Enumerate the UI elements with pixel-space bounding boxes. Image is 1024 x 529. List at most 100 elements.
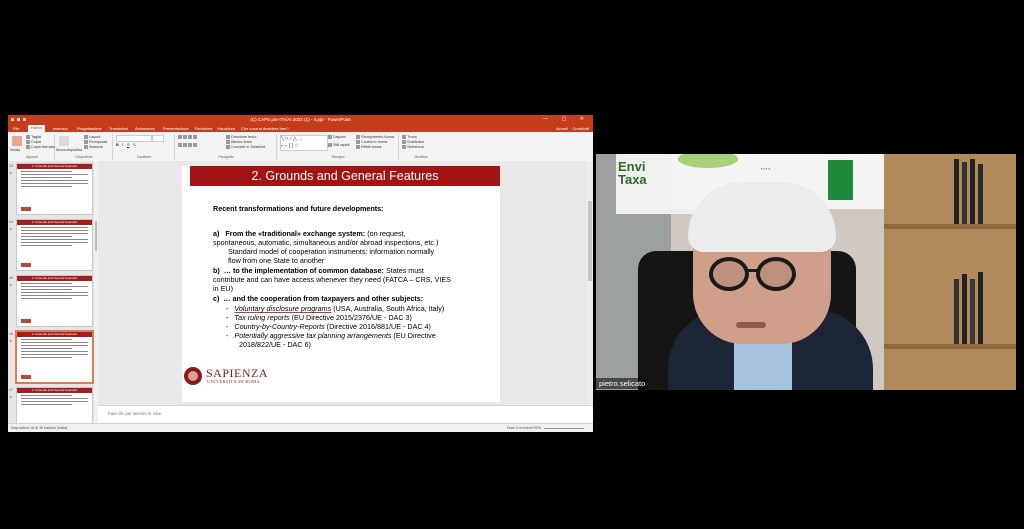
logo-icon — [21, 207, 31, 211]
group-label: Carattere — [136, 155, 152, 159]
select-button[interactable]: Seleziona — [402, 145, 424, 150]
share-button[interactable]: Condividi — [573, 126, 589, 131]
glasses-icon — [756, 257, 796, 291]
paste-icon[interactable] — [12, 136, 22, 146]
slide-thumbnail[interactable]: 2. Grounds and General Features — [16, 163, 93, 215]
group-drawing: ╲□○△→ ⌐⌐{}☆ Disponi Stili rapidi Riempime… — [278, 134, 399, 160]
shapes-gallery[interactable]: ╲□○△→ ⌐⌐{}☆ — [280, 135, 328, 151]
thumb-title: 2. Grounds and General Features — [17, 220, 92, 225]
point-a-line3: Standard model of cooperation instrument… — [228, 247, 435, 256]
group-slides: Nuova diapositiva Layout Reimposta Sezio… — [56, 134, 113, 160]
font-size-select[interactable] — [152, 135, 164, 142]
thumb-number: 17 — [9, 388, 13, 392]
sapienza-logo: SAPIENZA UNIVERSITÀ DI ROMA — [184, 366, 274, 396]
shape-effects-button[interactable]: Effetti forma — [356, 145, 381, 150]
zoom-slider[interactable] — [544, 427, 584, 429]
tab-transitions[interactable]: Transizioni — [106, 126, 131, 132]
tab-view[interactable]: Visualizza — [214, 126, 238, 132]
window-title: (C) CAPS pre-ITA/AI 2022 (1) - 4.ppt - P… — [250, 116, 351, 122]
person-hair — [688, 182, 836, 252]
tab-insert[interactable]: Inserisci — [50, 126, 71, 132]
slide-thumbnail[interactable]: 2. Grounds and General Features — [16, 387, 93, 423]
tell-me-search[interactable]: Che cosa si desidera fare? — [238, 126, 292, 132]
format-painter-button[interactable]: Copia formato — [26, 145, 55, 150]
group-clipboard: Incolla Taglia Copia Copia formato Appun… — [10, 134, 55, 160]
status-bar: Diapositiva 16 di 36 Italiano (Italia) N… — [8, 423, 593, 432]
thumb-title: 2. Grounds and General Features — [17, 276, 92, 281]
slide-body[interactable]: Recent transformations and future develo… — [182, 166, 500, 402]
notes-placeholder[interactable]: Fare clic per inserire le note — [108, 411, 161, 416]
font-name-select[interactable] — [116, 135, 152, 142]
slide-thumbnail-selected[interactable]: 2. Grounds and General Features — [15, 330, 94, 384]
account-area[interactable]: Accedi Condividi — [556, 126, 589, 131]
slide-thumbnail-pane[interactable]: 13 ★ 2. Grounds and General Features 14 … — [8, 161, 94, 423]
smartart-button[interactable]: Converti in SmartArt — [226, 145, 265, 150]
italic-button[interactable]: I — [122, 143, 123, 148]
powerpoint-window: (C) CAPS pre-ITA/AI 2022 (1) - 4.ppt - P… — [8, 115, 593, 432]
thumb-title: 2. Grounds and General Features — [17, 332, 92, 337]
thumb-number: 13 — [9, 164, 13, 168]
list-buttons[interactable] — [178, 135, 198, 140]
group-editing: Trova Sostituisci Seleziona Modifica — [400, 134, 442, 160]
section-button[interactable]: Sezione — [84, 145, 103, 150]
point-b-line2: contribute and can have access whenever … — [213, 275, 451, 284]
participant-video[interactable]: Envi Taxa ▪ ▪ ▪ ▪ pietro.selicato — [596, 154, 1016, 390]
notes-pane[interactable]: Fare clic per inserire le note — [98, 405, 593, 424]
person-mouth — [736, 322, 766, 328]
paste-button[interactable]: Incolla — [10, 148, 20, 153]
thumb-number: 15 — [9, 276, 13, 280]
smartart-icon — [226, 145, 230, 149]
tab-design[interactable]: Progettazione — [74, 126, 105, 132]
new-slide-icon[interactable] — [59, 136, 69, 146]
section-icon — [84, 145, 88, 149]
logo-icon — [21, 375, 31, 379]
scissors-icon — [26, 135, 30, 139]
group-label: Diapositive — [75, 155, 93, 159]
logo-subtitle: UNIVERSITÀ DI ROMA — [207, 379, 260, 384]
slide-thumbnail[interactable]: 2. Grounds and General Features — [16, 219, 93, 271]
star-icon: ★ — [9, 227, 13, 231]
point-a-line4: flow from one State to another — [228, 256, 325, 265]
underline-button[interactable]: S — [127, 143, 130, 148]
thumb-number: 14 — [9, 220, 13, 224]
tab-home[interactable]: Home — [28, 125, 45, 132]
bullet-item: - Potentially aggressive tax planning ar… — [226, 331, 436, 340]
arrange-button[interactable]: Disponi — [328, 135, 346, 140]
quick-styles-button[interactable]: Stili rapidi — [328, 143, 349, 148]
bullet-item: - Country-by-Country-Reports (Directive … — [226, 322, 431, 331]
effects-icon — [356, 145, 360, 149]
bookshelf — [884, 154, 1016, 390]
tab-file[interactable]: File — [10, 126, 22, 132]
star-icon: ★ — [9, 171, 13, 175]
point-a-line2: spontaneous, automatic, simultaneous and… — [213, 238, 439, 247]
status-right[interactable]: Note Commenti 92% — [507, 426, 587, 430]
slide-thumbnail[interactable]: 2. Grounds and General Features — [16, 275, 93, 327]
thumb-number: 16 — [9, 332, 13, 336]
canvas-scrollbar[interactable] — [587, 161, 593, 405]
tab-slideshow[interactable]: Presentazione — [160, 126, 192, 132]
point-c-line1: c) … and the cooperation from taxpayers … — [213, 294, 424, 303]
star-icon: ★ — [9, 283, 13, 287]
layout-icon — [84, 135, 88, 139]
window-controls[interactable]: — ▢ ✕ — [543, 116, 590, 122]
bullet-item: - Tax ruling reports (EU Directive 2015/… — [226, 313, 412, 322]
text-direction-icon — [226, 135, 230, 139]
slide[interactable]: 2. Grounds and General Features Recent t… — [182, 166, 500, 402]
group-label: Appunti — [26, 155, 38, 159]
point-b-line3: in EU) — [213, 284, 233, 293]
highway-sign-icon — [828, 160, 853, 200]
point-a-line1: a) From the «traditional» exchange syste… — [213, 229, 406, 238]
ribbon-tabs: File Home Inserisci Progettazione Transi… — [8, 124, 593, 132]
search-icon — [402, 135, 406, 139]
star-icon: ★ — [9, 395, 13, 399]
bullet-item: - Voluntary disclosure programs (USA, Au… — [226, 304, 445, 313]
new-slide-button[interactable]: Nuova diapositiva — [56, 148, 82, 153]
tab-review[interactable]: Revisione — [192, 126, 216, 132]
cursor-icon — [402, 145, 406, 149]
sign-in-link[interactable]: Accedi — [556, 126, 568, 131]
logo-icon — [21, 263, 31, 267]
align-buttons[interactable] — [178, 143, 198, 148]
tab-animations[interactable]: Animazioni — [132, 126, 158, 132]
bold-button[interactable]: B — [116, 143, 119, 148]
strike-button[interactable]: S — [133, 143, 136, 148]
